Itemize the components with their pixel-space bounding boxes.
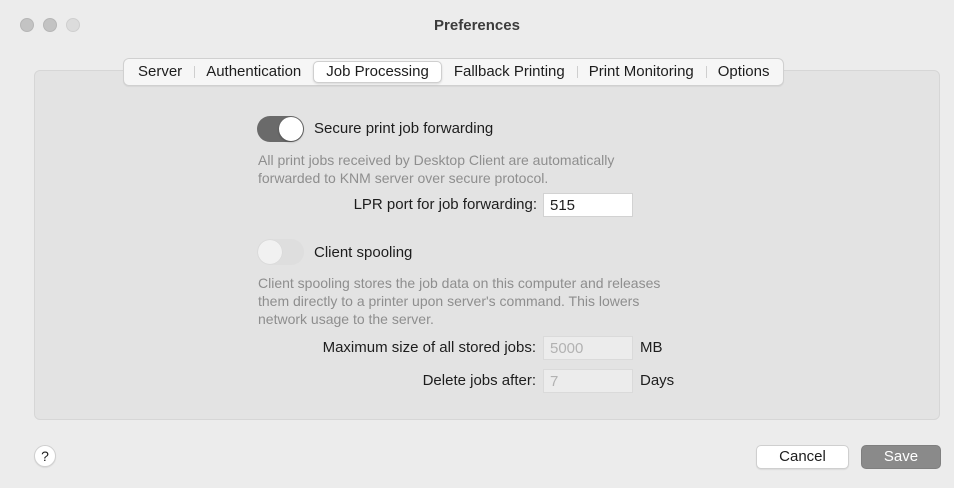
delete-after-label: Delete jobs after: [422, 372, 536, 389]
secure-forwarding-toggle[interactable] [257, 116, 304, 142]
max-size-unit: MB [640, 339, 663, 356]
title-bar: Preferences [0, 0, 954, 52]
toggle-knob [258, 240, 282, 264]
cancel-button[interactable]: Cancel [756, 445, 849, 469]
tab-print-monitoring[interactable]: Print Monitoring [576, 61, 706, 83]
lpr-port-input[interactable]: 515 [543, 193, 633, 217]
tab-bar: Server Authentication Job Processing Fal… [123, 58, 785, 86]
secure-forwarding-label: Secure print job forwarding [314, 120, 494, 137]
tab-options[interactable]: Options [705, 61, 782, 83]
delete-after-unit: Days [640, 372, 675, 389]
client-spooling-description-1: Client spooling stores the job data on t… [258, 275, 661, 291]
client-spooling-label: Client spooling [314, 244, 413, 261]
tab-fallback-printing[interactable]: Fallback Printing [442, 61, 577, 83]
client-spooling-toggle[interactable] [257, 239, 304, 265]
secure-forwarding-description-2: forwarded to KNM server over secure prot… [258, 170, 549, 186]
tab-authentication[interactable]: Authentication [194, 61, 313, 83]
client-spooling-description-2: them directly to a printer upon server's… [258, 293, 640, 309]
window-title: Preferences [434, 17, 520, 34]
delete-after-input[interactable]: 7 [543, 369, 633, 393]
preferences-window: Preferences Server Authentication Job Pr… [0, 0, 954, 488]
max-size-label: Maximum size of all stored jobs: [322, 339, 536, 356]
max-size-input[interactable]: 5000 [543, 336, 633, 360]
toggle-knob [279, 117, 303, 141]
help-button[interactable]: ? [34, 445, 56, 467]
client-spooling-description-3: network usage to the server. [258, 311, 434, 327]
lpr-port-label: LPR port for job forwarding: [353, 196, 537, 213]
secure-forwarding-description-1: All print jobs received by Desktop Clien… [258, 152, 615, 168]
tab-server[interactable]: Server [126, 61, 194, 83]
tab-job-processing[interactable]: Job Processing [313, 61, 442, 83]
save-button[interactable]: Save [861, 445, 941, 469]
